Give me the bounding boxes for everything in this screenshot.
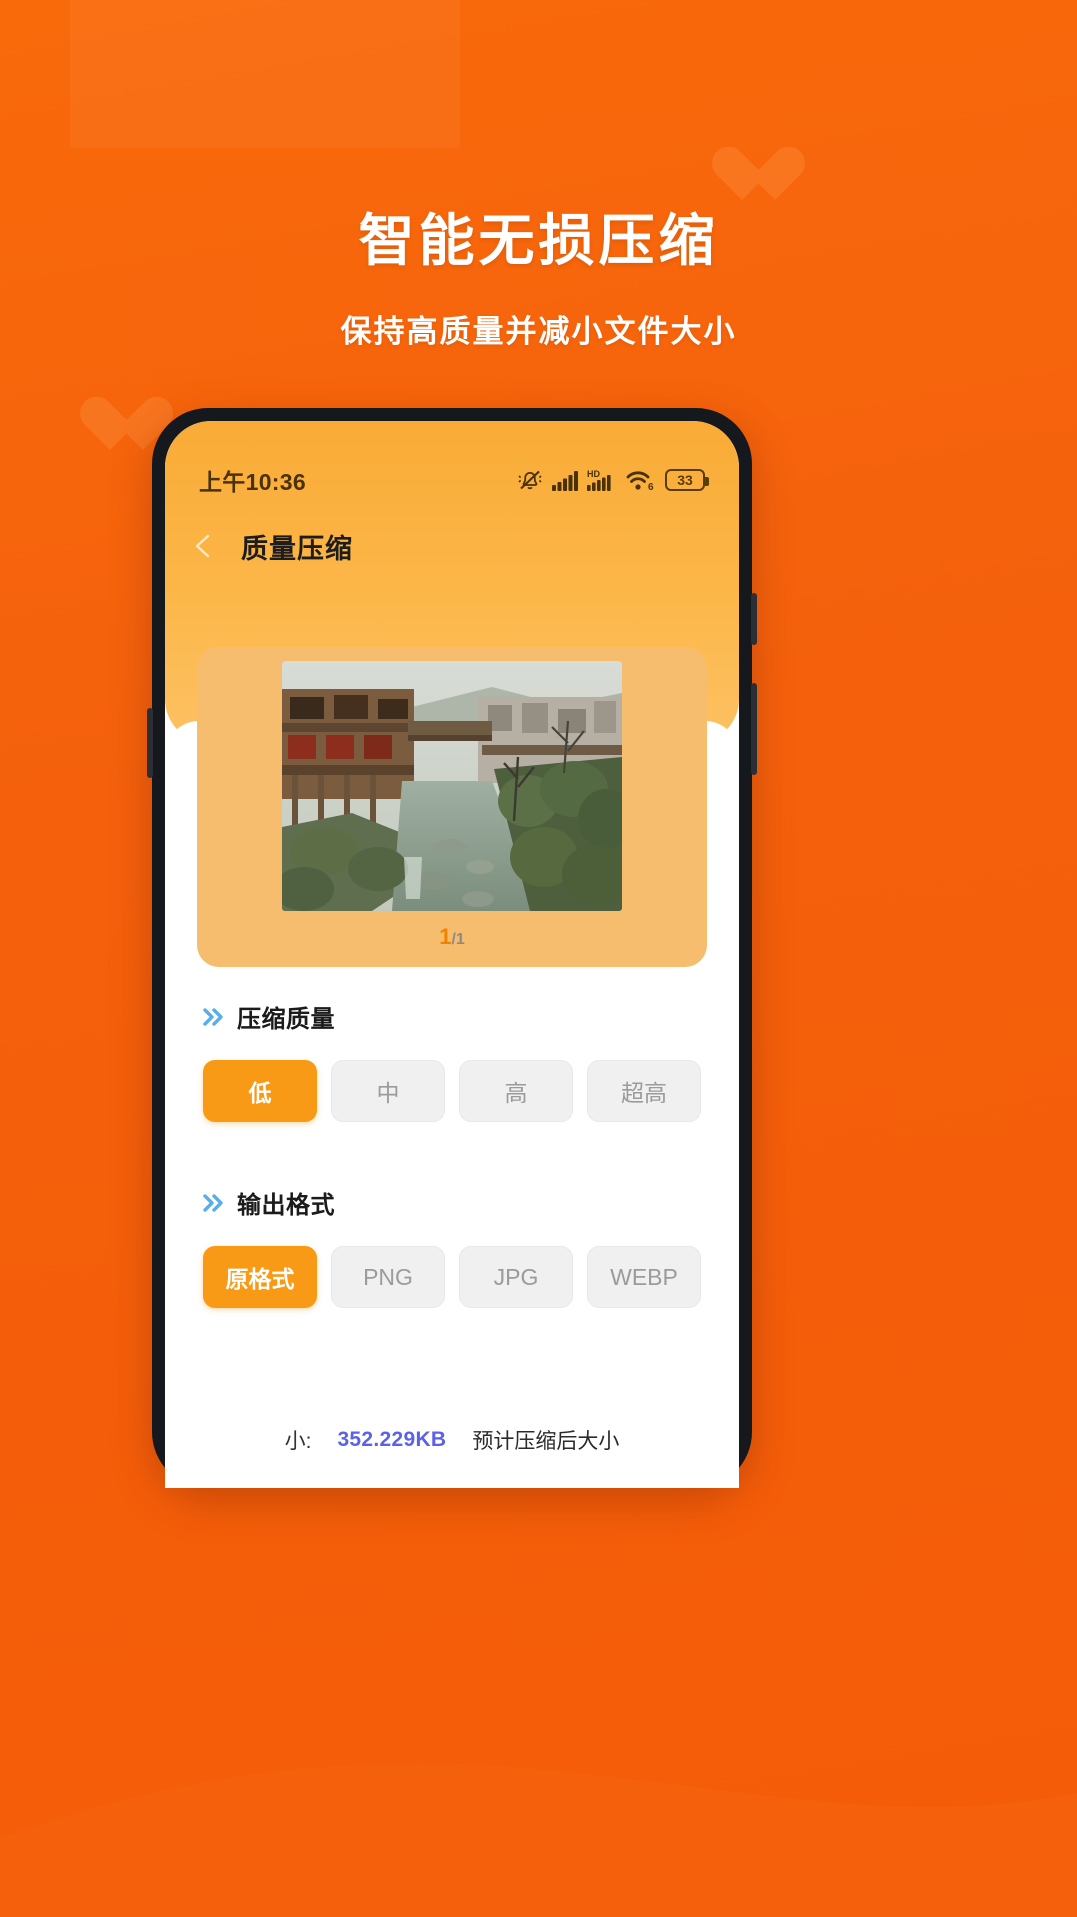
- status-icons: HD 6 33: [517, 469, 709, 491]
- quality-option-ultra[interactable]: 超高: [587, 1060, 701, 1122]
- format-option-original[interactable]: 原格式: [203, 1246, 317, 1308]
- signal-bars-icon: [552, 470, 578, 491]
- preview-thumbnail[interactable]: [282, 661, 622, 911]
- heart-icon: [78, 398, 142, 456]
- page-current: 1: [439, 924, 452, 949]
- format-option-jpg[interactable]: JPG: [459, 1246, 573, 1308]
- page-title: 质量压缩: [241, 533, 353, 564]
- quality-option-high[interactable]: 高: [459, 1060, 573, 1122]
- phone-mockup: 上午10:36 HD 6 33 质量压缩 1/1 压缩质量 低 中 高 超高 输…: [147, 408, 757, 1488]
- section-title: 输出格式: [237, 1192, 335, 1219]
- quality-option-medium[interactable]: 中: [331, 1060, 445, 1122]
- back-arrow-icon[interactable]: [189, 531, 219, 561]
- status-bar: 上午10:36 HD 6 33: [165, 463, 739, 497]
- section-header: 输出格式: [203, 1185, 701, 1220]
- section-header: 压缩质量: [203, 999, 701, 1034]
- svg-text:6: 6: [648, 482, 654, 491]
- promo-title: 智能无损压缩: [358, 209, 719, 272]
- mute-bell-icon: [518, 470, 542, 490]
- output-format-section: 输出格式 原格式 PNG JPG WEBP: [203, 1185, 701, 1308]
- format-option-png[interactable]: PNG: [331, 1246, 445, 1308]
- image-preview-card[interactable]: 1/1: [197, 647, 707, 967]
- phone-power-button: [751, 593, 757, 645]
- section-title: 压缩质量: [237, 1006, 335, 1033]
- quality-option-low[interactable]: 低: [203, 1060, 317, 1122]
- double-chevron-icon: [203, 1007, 223, 1026]
- hd-signal-icon: HD: [587, 469, 611, 491]
- phone-screen: 上午10:36 HD 6 33 质量压缩 1/1 压缩质量 低 中 高 超高 输…: [165, 421, 739, 1488]
- content-sheet: 1/1 压缩质量 低 中 高 超高 输出格式 原格式 PNG JPG WEBP …: [165, 647, 739, 1488]
- decorative-rectangle: [70, 0, 460, 148]
- format-option-webp[interactable]: WEBP: [587, 1246, 701, 1308]
- status-time: 上午10:36: [199, 469, 306, 495]
- format-options: 原格式 PNG JPG WEBP: [203, 1246, 701, 1308]
- nav-bar: 质量压缩: [165, 517, 739, 575]
- preview-image: [282, 661, 622, 911]
- page-total: /1: [451, 931, 465, 948]
- wifi6-icon: 6: [626, 471, 654, 491]
- original-size-value: 352.229KB: [337, 1428, 447, 1451]
- phone-volume-button: [751, 683, 757, 775]
- size-info-strip: 小: 352.229KB 预计压缩后大小: [165, 1392, 739, 1488]
- phone-side-button: [147, 708, 153, 778]
- compression-quality-section: 压缩质量 低 中 高 超高: [203, 999, 701, 1122]
- double-chevron-icon: [203, 1193, 223, 1212]
- svg-text:HD: HD: [587, 469, 600, 479]
- size-prefix: 小:: [284, 1430, 312, 1453]
- quality-options: 低 中 高 超高: [203, 1060, 701, 1122]
- battery-indicator: 33: [665, 469, 709, 491]
- bottom-wave-decoration: [0, 1774, 1077, 1917]
- battery-level: 33: [677, 472, 693, 488]
- estimated-size-label: 预计压缩后大小: [472, 1430, 620, 1453]
- page-indicator: 1/1: [197, 924, 707, 950]
- promo-subtitle: 保持高质量并减小文件大小: [340, 314, 737, 349]
